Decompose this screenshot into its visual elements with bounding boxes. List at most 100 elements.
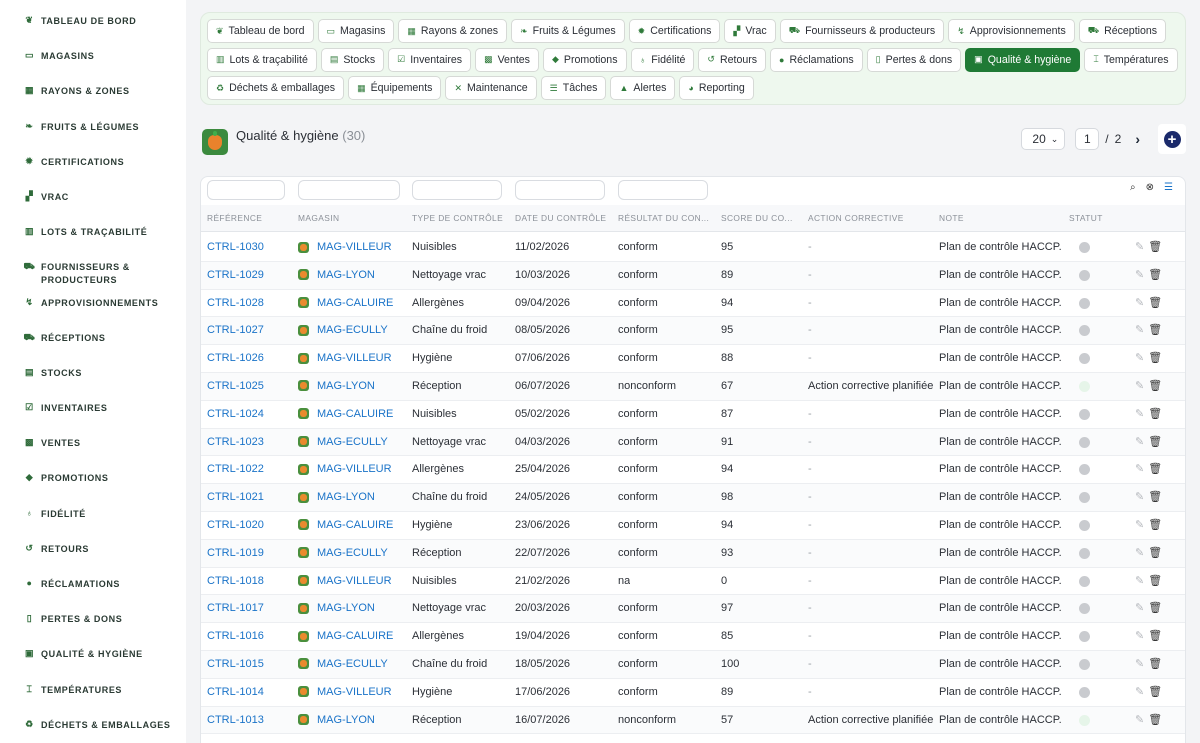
nav-button[interactable]: ❦ Tableau de bord (207, 19, 314, 43)
nav-button[interactable]: ▭ Magasins (317, 19, 395, 43)
nav-button[interactable]: ⛟ Réceptions (1078, 19, 1167, 43)
trash-icon[interactable]: 🗑 (1148, 490, 1162, 503)
trash-icon[interactable]: 🗑 (1148, 407, 1162, 420)
table-row[interactable]: CTRL-1017 MAG-LYON Nettoyage vrac 20/03/202… (201, 595, 1185, 624)
store-link[interactable]: MAG-ECULLY (298, 547, 388, 559)
store-link[interactable]: MAG-LYON (298, 269, 375, 281)
store-link[interactable]: MAG-CALUIRE (298, 519, 393, 531)
trash-icon[interactable]: 🗑 (1148, 379, 1162, 392)
sidebar-item[interactable]: ♁ FIDÉLITÉ (0, 507, 186, 542)
sidebar-item[interactable]: ⛟ FOURNISSEURS & PRODUCTEURS (0, 260, 186, 295)
sidebar-item[interactable]: ⛟ RÉCEPTIONS (0, 331, 186, 366)
nav-button[interactable]: ▣ Qualité & hygiène (965, 47, 1081, 72)
store-link[interactable]: MAG-CALUIRE (298, 297, 393, 309)
store-link[interactable]: MAG-VILLEUR (298, 352, 392, 364)
trash-icon[interactable]: 🗑 (1148, 546, 1162, 559)
table-row[interactable]: CTRL-1015 MAG-ECULLY Chaîne du froid 18/05/… (201, 650, 1185, 679)
table-row[interactable]: CTRL-1018 MAG-VILLEUR Nuisibles 21/02/2026 n… (201, 567, 1185, 596)
trash-icon[interactable]: 🗑 (1148, 629, 1162, 642)
cell-ref[interactable]: CTRL-1016 (207, 630, 264, 642)
store-link[interactable]: MAG-VILLEUR (298, 463, 392, 475)
column-header[interactable]: MAGASIN (298, 213, 339, 223)
sidebar-item[interactable]: ▥ LOTS & TRAÇABILITÉ (0, 225, 186, 260)
table-row[interactable]: CTRL-1014 MAG-VILLEUR Hygiène 17/06/2026 con… (201, 678, 1185, 707)
store-link[interactable]: MAG-CALUIRE (298, 630, 393, 642)
nav-button[interactable]: ❧ Fruits & Légumes (511, 19, 625, 43)
trash-icon[interactable]: 🗑 (1148, 462, 1162, 475)
per-page-select[interactable]: 20 ⌄ (1021, 128, 1066, 150)
trash-icon[interactable]: 🗑 (1148, 685, 1162, 698)
sidebar-item[interactable]: ▞ VRAC (0, 190, 186, 225)
column-header[interactable]: ACTION CORRECTIVE (808, 213, 904, 223)
trash-icon[interactable]: 🗑 (1148, 296, 1162, 309)
sidebar-item[interactable]: ↯ APPROVISIONNEMENTS (0, 296, 186, 331)
trash-icon[interactable]: 🗑 (1148, 518, 1162, 531)
trash-icon[interactable]: 🗑 (1148, 323, 1162, 336)
cell-ref[interactable]: CTRL-1028 (207, 297, 264, 309)
nav-button[interactable]: ▞ Vrac (724, 19, 776, 43)
table-row[interactable]: CTRL-1023 MAG-ECULLY Nettoyage vrac 04/03/2… (201, 428, 1185, 457)
cell-ref[interactable]: CTRL-1026 (207, 352, 264, 364)
pencil-icon[interactable]: ✎ (1135, 685, 1144, 698)
trash-icon[interactable]: 🗑 (1148, 713, 1162, 726)
cell-ref[interactable]: CTRL-1022 (207, 463, 264, 475)
search-icon[interactable]: ⌕ (1130, 182, 1136, 193)
trash-icon[interactable]: 🗑 (1148, 574, 1162, 587)
filter-type-input[interactable] (412, 180, 502, 200)
sidebar-item[interactable]: ♻ DÉCHETS & EMBALLAGES (0, 718, 186, 743)
page-number-input[interactable]: 1 (1075, 128, 1100, 150)
next-page-button[interactable]: › (1135, 131, 1140, 147)
filter-date-input[interactable] (515, 180, 605, 200)
pencil-icon[interactable]: ✎ (1135, 240, 1144, 253)
nav-button[interactable]: ◕ Reporting (679, 76, 754, 100)
nav-button[interactable]: ⛟ Fournisseurs & producteurs (779, 19, 945, 43)
trash-icon[interactable]: 🗑 (1148, 240, 1162, 253)
sidebar-item[interactable]: ⌶ TEMPÉRATURES (0, 683, 186, 718)
pencil-icon[interactable]: ✎ (1135, 407, 1144, 420)
table-row[interactable]: CTRL-1019 MAG-ECULLY Réception 22/07/2026 co… (201, 539, 1185, 568)
table-row[interactable]: CTRL-1013 MAG-LYON Réception 16/07/2026 nonc… (201, 706, 1185, 735)
table-row[interactable]: CTRL-1024 MAG-CALUIRE Nuisibles 05/02/2026 c… (201, 400, 1185, 429)
nav-button[interactable]: ▦ Équipements (348, 76, 442, 100)
cell-ref[interactable]: CTRL-1019 (207, 547, 264, 559)
cell-ref[interactable]: CTRL-1029 (207, 269, 264, 281)
column-header[interactable]: DATE DU CONTRÔLE (515, 213, 606, 223)
store-link[interactable]: MAG-VILLEUR (298, 575, 392, 587)
cell-ref[interactable]: CTRL-1013 (207, 714, 264, 726)
nav-button[interactable]: ● Réclamations (770, 47, 863, 72)
cell-ref[interactable]: CTRL-1027 (207, 324, 264, 336)
column-header[interactable]: TYPE DE CONTRÔLE (412, 213, 503, 223)
clear-filter-icon[interactable]: ⊗ (1146, 182, 1154, 193)
sidebar-item[interactable]: ▩ VENTES (0, 436, 186, 471)
nav-button[interactable]: ▦ Rayons & zones (398, 19, 508, 43)
column-header[interactable]: RÉFÉRENCE (207, 213, 262, 223)
sidebar-item[interactable]: ❧ FRUITS & LÉGUMES (0, 120, 186, 155)
column-header[interactable]: NOTE (939, 213, 964, 223)
store-link[interactable]: MAG-LYON (298, 602, 375, 614)
cell-ref[interactable]: CTRL-1018 (207, 575, 264, 587)
nav-button[interactable]: ☰ Tâches (540, 76, 607, 100)
filter-result-input[interactable] (618, 180, 708, 200)
pencil-icon[interactable]: ✎ (1135, 713, 1144, 726)
nav-button[interactable]: ▩ Ventes (475, 47, 539, 72)
pencil-icon[interactable]: ✎ (1135, 601, 1144, 614)
pencil-icon[interactable]: ✎ (1135, 296, 1144, 309)
pencil-icon[interactable]: ✎ (1135, 435, 1144, 448)
trash-icon[interactable]: 🗑 (1148, 601, 1162, 614)
cell-ref[interactable]: CTRL-1025 (207, 380, 264, 392)
cell-ref[interactable]: CTRL-1017 (207, 602, 264, 614)
nav-button[interactable]: ▲ Alertes (610, 76, 676, 100)
store-link[interactable]: MAG-VILLEUR (298, 241, 392, 253)
cell-ref[interactable]: CTRL-1030 (207, 241, 264, 253)
trash-icon[interactable]: 🗑 (1148, 268, 1162, 281)
store-link[interactable]: MAG-LYON (298, 714, 375, 726)
store-link[interactable]: MAG-CALUIRE (298, 408, 393, 420)
pencil-icon[interactable]: ✎ (1135, 546, 1144, 559)
table-row[interactable]: CTRL-1025 MAG-LYON Réception 06/07/2026 nonc… (201, 372, 1185, 401)
sidebar-item[interactable]: ◆ PROMOTIONS (0, 471, 186, 506)
trash-icon[interactable]: 🗑 (1148, 657, 1162, 670)
nav-button[interactable]: ♁ Fidélité (630, 47, 695, 72)
cell-ref[interactable]: CTRL-1024 (207, 408, 264, 420)
nav-button[interactable]: ↺ Retours (698, 47, 767, 72)
column-header[interactable]: SCORE DU CO... (721, 213, 793, 223)
